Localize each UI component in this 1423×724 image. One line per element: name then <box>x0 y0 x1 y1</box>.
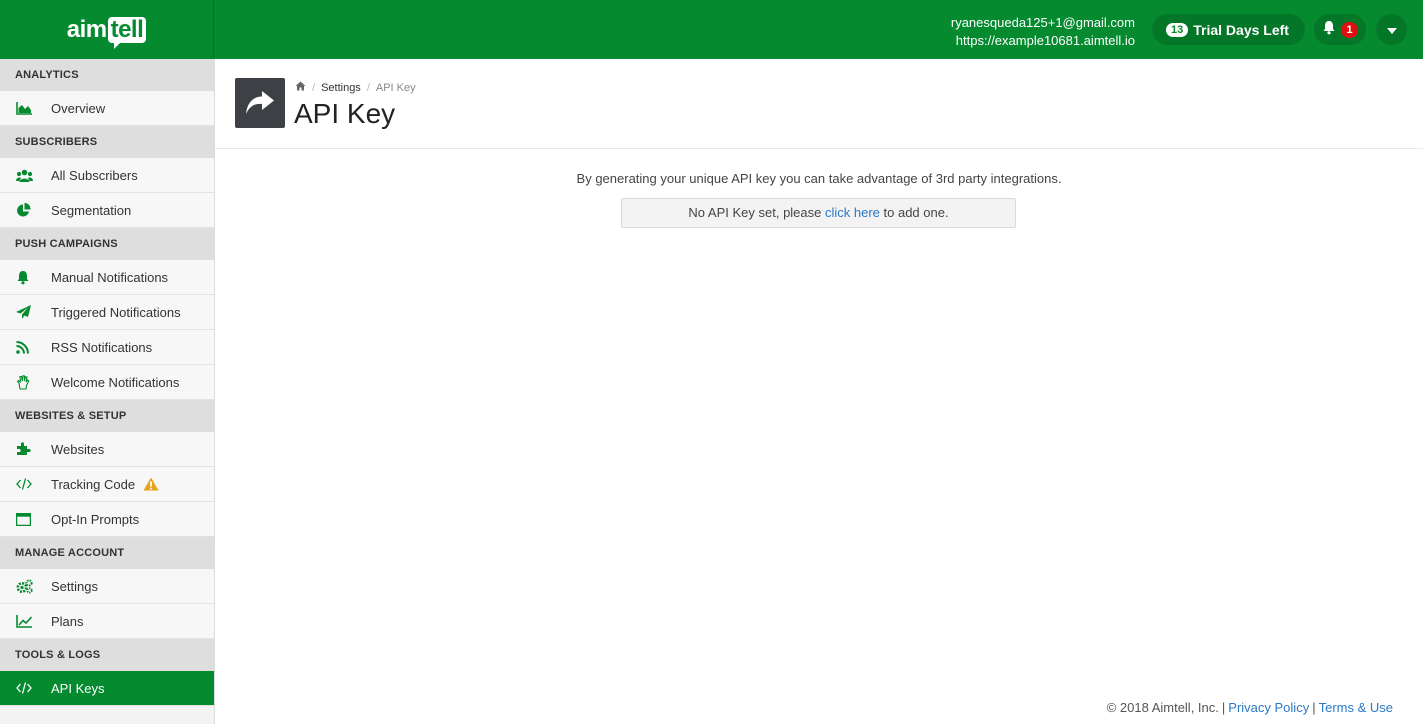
sidebar-item-settings[interactable]: Settings <box>0 569 214 604</box>
breadcrumb-current: API Key <box>375 81 416 94</box>
logo[interactable]: aim tell <box>0 0 214 59</box>
sidebar-item-opt-in-prompts[interactable]: Opt-In Prompts <box>0 502 214 537</box>
users-icon <box>0 169 51 182</box>
bell-icon <box>0 270 51 285</box>
trial-days-count: 13 <box>1166 22 1189 37</box>
top-bar: aim tell ryanesqueda125+1@gmail.com https… <box>0 0 1423 59</box>
notifications-button[interactable]: 1 <box>1314 14 1366 45</box>
code-icon <box>0 478 51 490</box>
sidebar-item-all-subscribers[interactable]: All Subscribers <box>0 158 214 193</box>
notice-text-after: to add one. <box>879 205 949 220</box>
page-header: / Settings / API Key API Key <box>215 59 1423 149</box>
sidebar-item-manual-notifications[interactable]: Manual Notifications <box>0 260 214 295</box>
footer-copyright: © 2018 Aimtell, Inc. <box>1106 700 1219 715</box>
puzzle-icon <box>0 442 51 456</box>
chevron-down-icon <box>1386 21 1397 39</box>
sidebar-section-manage-account: MANAGE ACCOUNT <box>0 537 214 569</box>
cogs-icon <box>0 578 51 594</box>
logo-text: aim <box>66 15 107 43</box>
breadcrumb-settings-link[interactable]: Settings <box>321 82 361 94</box>
sidebar-item-label: Opt-In Prompts <box>51 511 140 527</box>
code-icon <box>0 682 51 694</box>
sidebar-item-tracking-code[interactable]: Tracking Code <box>0 467 214 502</box>
page-title: API Key <box>294 98 396 129</box>
home-icon[interactable] <box>295 81 306 94</box>
account-email: ryanesqueda125+1@gmail.com <box>950 15 1135 30</box>
sidebar-item-label: Settings <box>51 578 98 594</box>
intro-text: By generating your unique API key you ca… <box>576 171 1062 186</box>
trial-days-button[interactable]: 13 Trial Days Left <box>1152 14 1305 45</box>
terms-link[interactable]: Terms & Use <box>1319 700 1393 715</box>
sidebar-item-label: API Keys <box>51 680 105 696</box>
wave-hand-icon <box>0 374 51 390</box>
footer-separator: | <box>1221 700 1226 715</box>
footer-separator: | <box>1312 700 1316 715</box>
paper-plane-icon <box>0 305 51 319</box>
share-arrow-icon <box>235 78 285 128</box>
add-api-key-link[interactable]: click here <box>825 205 880 220</box>
notice-text-before: No API Key set, please <box>688 205 825 220</box>
window-icon <box>0 512 51 526</box>
footer: © 2018 Aimtell, Inc. | Privacy Policy | Term… <box>1107 700 1393 715</box>
area-chart-icon <box>0 101 51 115</box>
bell-icon <box>1322 20 1336 40</box>
sidebar-section-analytics: ANALYTICS <box>0 59 214 91</box>
line-chart-icon <box>0 614 51 628</box>
sidebar-item-label: RSS Notifications <box>51 339 153 355</box>
sidebar: ANALYTICS Overview SUBSCRIBERS All Subsc… <box>0 59 215 724</box>
main-content: / Settings / API Key API Key By generati… <box>215 59 1423 724</box>
rss-icon <box>0 340 51 354</box>
warning-icon <box>143 477 159 491</box>
sidebar-section-websites-setup: WEBSITES & SETUP <box>0 400 214 432</box>
sidebar-item-plans[interactable]: Plans <box>0 604 214 639</box>
account-menu-button[interactable] <box>1376 14 1407 45</box>
sidebar-item-label: Websites <box>51 441 105 457</box>
sidebar-item-overview[interactable]: Overview <box>0 91 214 126</box>
sidebar-item-label: Manual Notifications <box>51 269 169 285</box>
pie-chart-icon <box>0 202 51 218</box>
sidebar-item-label: Overview <box>51 100 106 116</box>
sidebar-section-subscribers: SUBSCRIBERS <box>0 126 214 158</box>
sidebar-item-api-keys[interactable]: API Keys <box>0 671 214 706</box>
account-info: ryanesqueda125+1@gmail.com https://examp… <box>951 14 1135 50</box>
sidebar-section-push-campaigns: PUSH CAMPAIGNS <box>0 228 214 260</box>
breadcrumb-separator: / <box>312 81 316 94</box>
sidebar-item-label: All Subscribers <box>51 167 138 183</box>
privacy-policy-link[interactable]: Privacy Policy <box>1228 700 1309 715</box>
sidebar-item-label: Segmentation <box>51 202 132 218</box>
sidebar-item-triggered-notifications[interactable]: Triggered Notifications <box>0 295 214 330</box>
sidebar-item-label: Plans <box>51 613 84 629</box>
sidebar-section-tools-logs: TOOLS & LOGS <box>0 639 214 671</box>
sidebar-item-segmentation[interactable]: Segmentation <box>0 193 214 228</box>
api-key-notice: No API Key set, please click here to add… <box>621 198 1016 228</box>
sidebar-item-label: Welcome Notifications <box>51 374 180 390</box>
notification-count-badge: 1 <box>1341 21 1358 38</box>
breadcrumb-separator: / <box>366 81 370 94</box>
trial-days-label: Trial Days Left <box>1193 21 1289 38</box>
sidebar-item-label: Tracking Code <box>51 476 136 492</box>
sidebar-item-label: Triggered Notifications <box>51 304 181 320</box>
breadcrumb: / Settings / API Key <box>295 81 416 94</box>
sidebar-item-websites[interactable]: Websites <box>0 432 214 467</box>
account-site-url: https://example10681.aimtell.io <box>955 33 1135 48</box>
logo-bubble: tell <box>107 16 147 49</box>
sidebar-item-rss-notifications[interactable]: RSS Notifications <box>0 330 214 365</box>
sidebar-item-welcome-notifications[interactable]: Welcome Notifications <box>0 365 214 400</box>
